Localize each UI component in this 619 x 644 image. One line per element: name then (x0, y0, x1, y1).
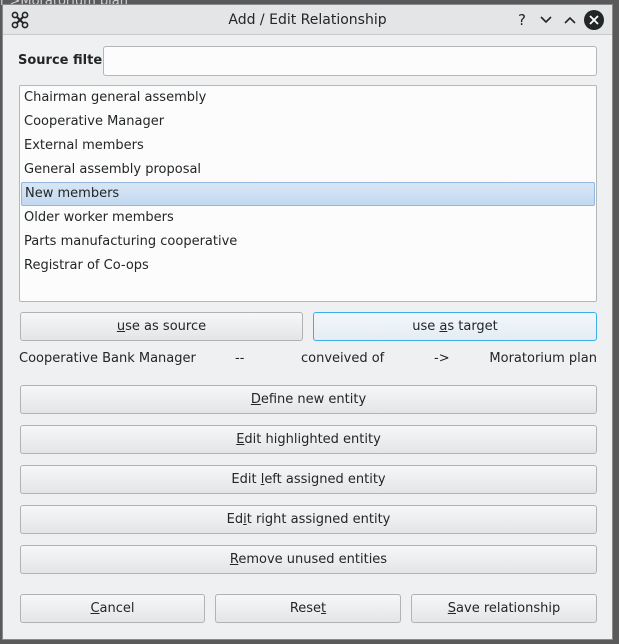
relationship-arrow: -> (434, 351, 450, 366)
use-as-source-accel: u (116, 319, 126, 334)
reset-label-pre: Rese (289, 601, 322, 616)
relationship-source: Cooperative Bank Manager (19, 351, 196, 366)
list-item[interactable]: Registrar of Co-ops (21, 254, 595, 278)
remove-unused-entities-label-post: emove unused entities (238, 552, 388, 567)
list-item[interactable]: General assembly proposal (21, 158, 595, 182)
maximize-button[interactable] (560, 10, 580, 30)
help-button[interactable]: ? (512, 10, 532, 30)
chevron-down-icon (540, 16, 552, 24)
entity-list[interactable]: Chairman general assembly Cooperative Man… (19, 85, 597, 302)
define-new-entity-label-post: efine new entity (260, 392, 367, 407)
define-new-entity-button[interactable]: Define new entity (20, 385, 597, 414)
chevron-up-icon (564, 16, 576, 24)
use-as-target-label-post: s target (447, 319, 498, 334)
edit-highlighted-entity-button[interactable]: Edit highlighted entity (20, 425, 597, 454)
edit-right-assigned-entity-button[interactable]: Edit right assigned entity (20, 505, 597, 534)
list-item[interactable]: External members (21, 134, 595, 158)
source-filter-label: Source filter: (18, 53, 114, 68)
use-as-source-button[interactable]: use as source (20, 312, 303, 341)
save-relationship-label-post: ave relationship (456, 601, 561, 616)
close-icon (589, 15, 599, 25)
use-as-target-button[interactable]: use as target (313, 312, 597, 341)
cancel-accel: C (90, 601, 100, 616)
edit-left-assigned-entity-label-post: eft assigned entity (264, 472, 386, 487)
edit-left-assigned-entity-label-pre: Edit (231, 472, 261, 487)
reset-accel: t (321, 601, 327, 616)
save-relationship-button[interactable]: Save relationship (411, 594, 597, 623)
list-item[interactable]: Older worker members (21, 206, 595, 230)
edit-right-assigned-entity-label-post: t right assigned entity (246, 512, 391, 527)
source-filter-input[interactable] (103, 46, 597, 76)
list-item[interactable]: Cooperative Manager (21, 110, 595, 134)
titlebar[interactable]: Add / Edit Relationship ? (3, 5, 612, 35)
help-icon: ? (518, 11, 526, 29)
relationship-separator-left: -- (235, 351, 245, 366)
cancel-label-post: ancel (99, 601, 135, 616)
dialog-window: Add / Edit Relationship ? Source filter:… (2, 4, 613, 640)
remove-unused-entities-button[interactable]: Remove unused entities (20, 545, 597, 574)
edit-left-assigned-entity-button[interactable]: Edit left assigned entity (20, 465, 597, 494)
edit-right-assigned-entity-label-pre: Ed (226, 512, 244, 527)
relationship-verb: conveived of (301, 351, 385, 366)
save-relationship-accel: S (447, 601, 457, 616)
define-new-entity-accel: D (250, 392, 261, 407)
list-item[interactable]: Chairman general assembly (21, 86, 595, 110)
minimize-button[interactable] (536, 10, 556, 30)
edit-highlighted-entity-label-post: dit highlighted entity (244, 432, 381, 447)
close-button[interactable] (584, 10, 604, 30)
list-item[interactable]: Parts manufacturing cooperative (21, 230, 595, 254)
list-item[interactable]: New members (21, 182, 595, 206)
cancel-button[interactable]: Cancel (20, 594, 205, 623)
use-as-source-label-post: se as source (125, 319, 207, 334)
reset-button[interactable]: Reset (215, 594, 401, 623)
relationship-target: Moratorium plan (489, 351, 597, 366)
use-as-target-label-pre: use (412, 319, 440, 334)
